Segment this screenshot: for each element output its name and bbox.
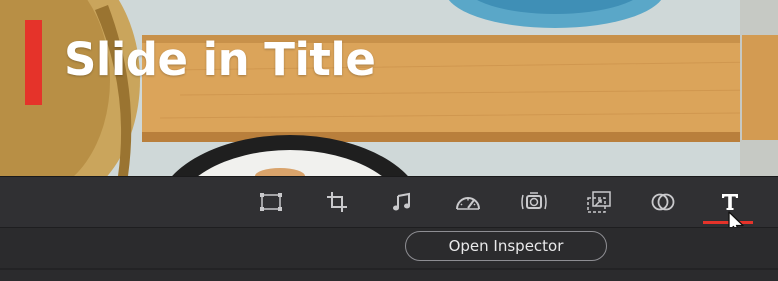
inspector-footer: Open Inspector <box>0 227 778 281</box>
audio-button[interactable] <box>387 187 417 217</box>
text-tool-icon <box>722 194 738 210</box>
inspector-toolbar <box>0 176 778 227</box>
footer-divider <box>0 268 778 270</box>
composite-button[interactable] <box>648 187 678 217</box>
transform-icon <box>260 193 282 211</box>
transform-button[interactable] <box>256 187 286 217</box>
lens-correction-button[interactable] <box>584 187 614 217</box>
lens-correction-icon <box>587 191 611 213</box>
stabilization-icon <box>521 192 547 210</box>
video-viewer: Slide in Title <box>0 0 778 176</box>
audio-icon <box>393 192 410 211</box>
slide-title-text: Slide in Title <box>64 33 376 86</box>
speed-icon <box>456 197 480 210</box>
open-inspector-button[interactable]: Open Inspector <box>405 231 607 261</box>
composite-icon <box>651 193 675 211</box>
speed-button[interactable] <box>453 187 483 217</box>
crop-icon <box>327 192 347 212</box>
stabilization-button[interactable] <box>519 187 549 217</box>
crop-button[interactable] <box>322 187 352 217</box>
title-accent-bar <box>25 20 42 105</box>
